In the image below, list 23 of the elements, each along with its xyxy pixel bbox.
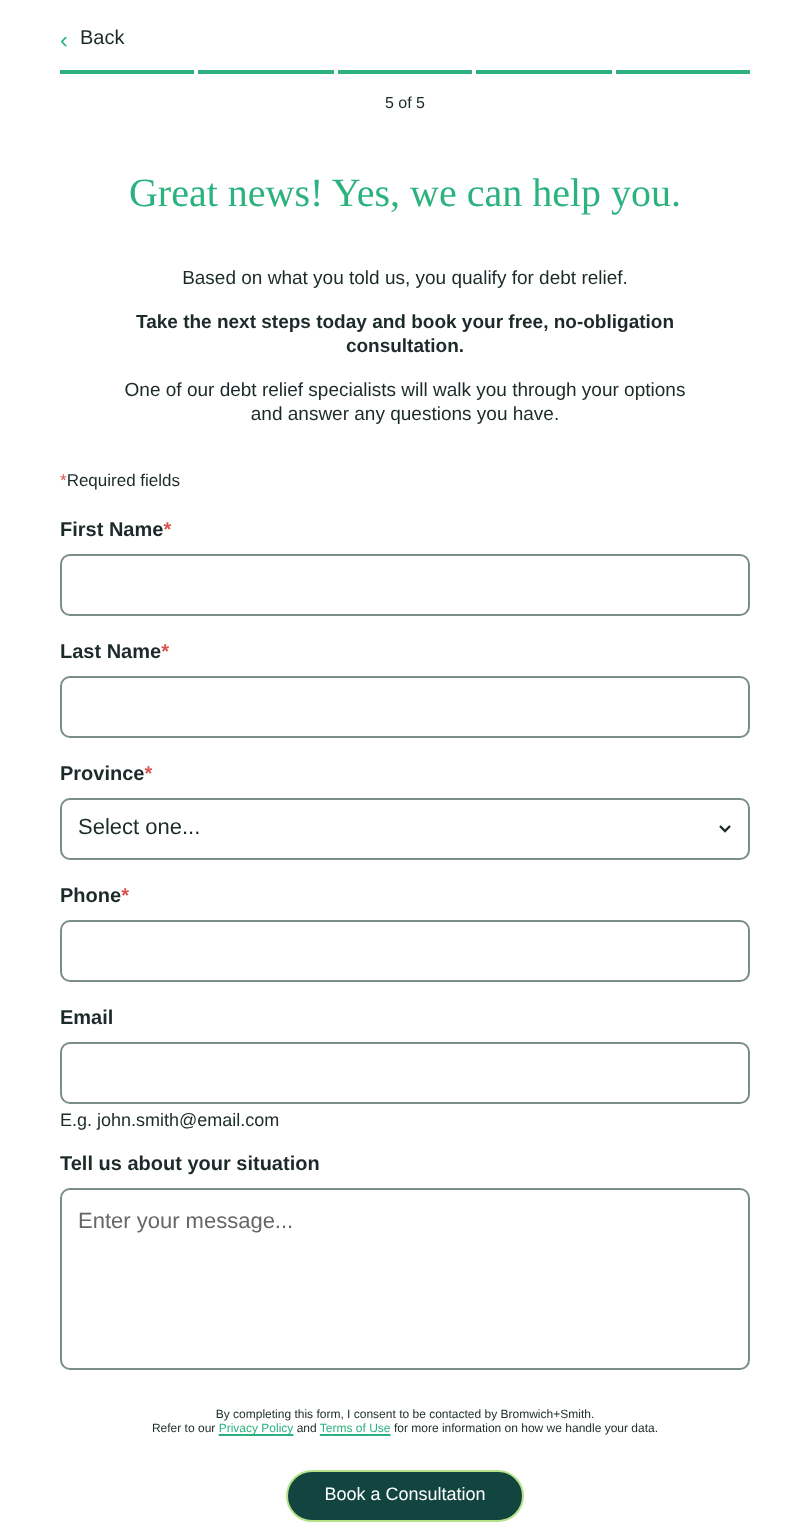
intro-text: Take the next steps today and book your free, no-obligation consultation. bbox=[133, 312, 677, 360]
intro-text: One of our debt relief specialists will walk you through your options and answer any questions you have. bbox=[122, 380, 688, 428]
text-field[interactable] bbox=[60, 1041, 750, 1104]
intro-text: Based on what you told us, you qualify for debt relief. bbox=[180, 268, 630, 292]
book-consultation-button[interactable]: Book a Consultation bbox=[286, 1469, 524, 1522]
field-label: Province* bbox=[60, 761, 155, 790]
page-heading: Great news! Yes, we can help you. bbox=[126, 170, 684, 220]
chevron-left-icon: ‹ bbox=[60, 27, 68, 51]
field-label: First Name* bbox=[60, 517, 174, 546]
field-label: Tell us about your situation bbox=[60, 1151, 322, 1180]
back-link[interactable]: ‹ Back bbox=[60, 24, 125, 54]
message-field[interactable]: Enter your message... bbox=[60, 1187, 750, 1370]
field-label: Last Name* bbox=[60, 639, 171, 668]
text-field[interactable] bbox=[60, 553, 750, 616]
chevron-down-icon bbox=[718, 823, 732, 834]
field-label: Phone* bbox=[60, 883, 131, 912]
text-field[interactable] bbox=[60, 919, 750, 982]
required-fields-note: *Required fields bbox=[60, 468, 183, 494]
step-counter: 5 of 5 bbox=[382, 92, 427, 116]
select-field[interactable]: Select one... bbox=[60, 797, 750, 860]
field-hint: E.g. john.smith@email.com bbox=[60, 1109, 282, 1132]
text-field[interactable] bbox=[60, 675, 750, 738]
field-label: Email bbox=[60, 1005, 116, 1034]
